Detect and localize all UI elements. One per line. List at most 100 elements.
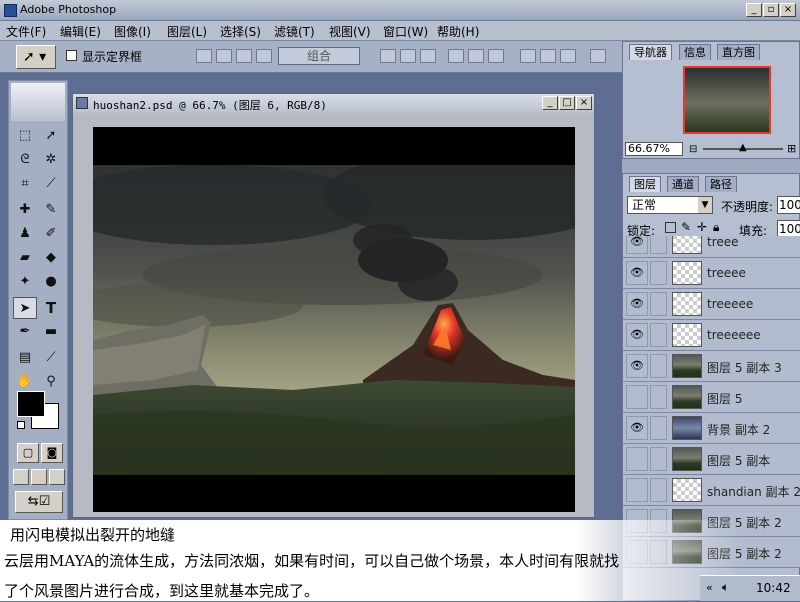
eye-icon[interactable]: 👁︎	[626, 416, 648, 440]
slice-tool-icon[interactable]: ⟋	[39, 173, 63, 195]
notes-tool-icon[interactable]: ▤	[13, 347, 37, 369]
navigator-preview[interactable]	[683, 66, 771, 134]
menu-layer[interactable]: 图层(L)	[167, 23, 207, 40]
align-right-icon[interactable]	[236, 49, 252, 63]
layer-row[interactable]: 👁︎ treeee	[623, 258, 800, 289]
minimize-button[interactable]: _	[746, 3, 762, 17]
layer-row[interactable]: 图层 5	[623, 382, 800, 413]
hand-tool-icon[interactable]: ✋	[13, 371, 37, 393]
menu-edit[interactable]: 编辑(E)	[60, 23, 101, 40]
volume-icon[interactable]: 🔈︎	[722, 580, 729, 595]
doc-maximize-button[interactable]: □	[559, 96, 575, 110]
standard-mode-icon[interactable]: ▢	[17, 443, 39, 463]
crop-tool-icon[interactable]: ⌗	[13, 173, 37, 195]
eye-icon[interactable]	[626, 478, 648, 502]
menu-view[interactable]: 视图(V)	[329, 23, 371, 40]
arrange-icon[interactable]	[540, 49, 556, 63]
eyedropper-tool-icon[interactable]: ⟋	[39, 347, 63, 369]
align-left-icon[interactable]	[196, 49, 212, 63]
eye-icon[interactable]: 👁︎	[626, 261, 648, 285]
eye-icon[interactable]: 👁︎	[626, 236, 648, 254]
default-colors-icon[interactable]	[17, 421, 25, 429]
dodge-tool-icon[interactable]: ●	[39, 271, 63, 293]
distribute-top-icon[interactable]	[380, 49, 396, 63]
menu-file[interactable]: 文件(F)	[6, 23, 46, 40]
path-selection-tool-icon[interactable]: ➤	[13, 297, 37, 319]
distribute-hcenter-icon[interactable]	[468, 49, 484, 63]
move-tool-preset[interactable]: ➚ ▾	[16, 45, 56, 69]
eye-icon[interactable]	[626, 447, 648, 471]
distribute-right-icon[interactable]	[488, 49, 504, 63]
menu-image[interactable]: 图像(I)	[114, 23, 151, 40]
tab-channels[interactable]: 通道	[667, 176, 699, 192]
pen-tool-icon[interactable]: ✒	[13, 321, 37, 343]
layer-link-box[interactable]	[650, 385, 667, 409]
layer-link-box[interactable]	[650, 478, 667, 502]
lasso-tool-icon[interactable]: ᘓ	[13, 149, 37, 171]
palette-well-icon[interactable]	[590, 49, 606, 63]
zoom-tool-icon[interactable]: ⚲	[39, 371, 63, 393]
layer-row[interactable]: 👁︎ treeeeee	[623, 320, 800, 351]
clone-stamp-tool-icon[interactable]: ♟	[13, 223, 37, 245]
layer-link-box[interactable]	[650, 416, 667, 440]
tab-histogram[interactable]: 直方图	[717, 44, 760, 60]
layer-link-box[interactable]	[650, 354, 667, 378]
blend-mode-select[interactable]: 正常 ▼	[627, 196, 713, 214]
tab-paths[interactable]: 路径	[705, 176, 737, 192]
eraser-tool-icon[interactable]: ▰	[13, 247, 37, 269]
show-bounds-checkbox[interactable]	[66, 50, 77, 61]
layer-link-box[interactable]	[650, 236, 667, 254]
image-canvas[interactable]	[93, 127, 575, 512]
brush-tool-icon[interactable]: ✎	[39, 199, 63, 221]
distribute-spacing-icon[interactable]	[520, 49, 536, 63]
layer-row[interactable]: 👁︎ 背景 副本 2	[623, 413, 800, 444]
distribute-left-icon[interactable]	[448, 49, 464, 63]
lock-image-icon[interactable]: ✎	[681, 220, 691, 234]
lock-transparent-icon[interactable]	[665, 222, 676, 233]
layer-row[interactable]: 👁︎ treee	[623, 236, 800, 258]
screen-mode-full-icon[interactable]	[49, 469, 65, 485]
layer-row[interactable]: 图层 5 副本	[623, 444, 800, 475]
navigator-zoom-field[interactable]: 66.67%	[625, 142, 683, 156]
paint-bucket-tool-icon[interactable]: ◆	[39, 247, 63, 269]
tray-arrows-icon[interactable]: «	[706, 581, 713, 594]
align-top-icon[interactable]	[256, 49, 272, 63]
marquee-tool-icon[interactable]: ⬚	[13, 125, 37, 147]
jump-to-imageready-icon[interactable]: ⇆☑	[15, 491, 63, 513]
distribute-bottom-icon[interactable]	[420, 49, 436, 63]
history-brush-tool-icon[interactable]: ✐	[39, 223, 63, 245]
rectangle-tool-icon[interactable]: ▬	[39, 321, 63, 343]
move-tool-icon[interactable]: ➚	[39, 125, 63, 147]
layer-row[interactable]: 👁︎ 图层 5 副本 3	[623, 351, 800, 382]
eye-icon[interactable]: 👁︎	[626, 354, 648, 378]
eye-icon[interactable]	[626, 385, 648, 409]
type-tool-icon[interactable]: T	[39, 297, 63, 319]
menu-help[interactable]: 帮助(H)	[437, 23, 479, 40]
screen-mode-standard-icon[interactable]	[13, 469, 29, 485]
doc-close-button[interactable]: ×	[576, 96, 592, 110]
tab-layers[interactable]: 图层	[629, 176, 661, 192]
close-button[interactable]: ×	[780, 3, 796, 17]
quickmask-mode-icon[interactable]: ◙	[41, 443, 63, 463]
eye-icon[interactable]: 👁︎	[626, 323, 648, 347]
lock-position-icon[interactable]: ✛	[697, 220, 707, 234]
screen-mode-full-menu-icon[interactable]	[31, 469, 47, 485]
zoom-slider-thumb[interactable]: ▲	[739, 142, 747, 153]
opacity-field[interactable]: 100	[777, 196, 800, 214]
tab-navigator[interactable]: 导航器	[629, 44, 672, 60]
distribute-vcenter-icon[interactable]	[400, 49, 416, 63]
tab-info[interactable]: 信息	[679, 44, 711, 60]
layer-row[interactable]: shandian 副本 2	[623, 475, 800, 506]
magic-wand-tool-icon[interactable]: ✲	[39, 149, 63, 171]
layer-link-box[interactable]	[650, 261, 667, 285]
menu-window[interactable]: 窗口(W)	[383, 23, 428, 40]
menu-filter[interactable]: 滤镜(T)	[274, 23, 315, 40]
group-button[interactable]: 组合	[278, 47, 360, 65]
layer-row[interactable]: 👁︎ treeeee	[623, 289, 800, 320]
lock-all-icon[interactable]: 🔒︎	[713, 220, 719, 235]
doc-minimize-button[interactable]: _	[542, 96, 558, 110]
align-center-icon[interactable]	[216, 49, 232, 63]
align-edges-icon[interactable]	[560, 49, 576, 63]
healing-brush-tool-icon[interactable]: ✚	[13, 199, 37, 221]
layer-link-box[interactable]	[650, 323, 667, 347]
